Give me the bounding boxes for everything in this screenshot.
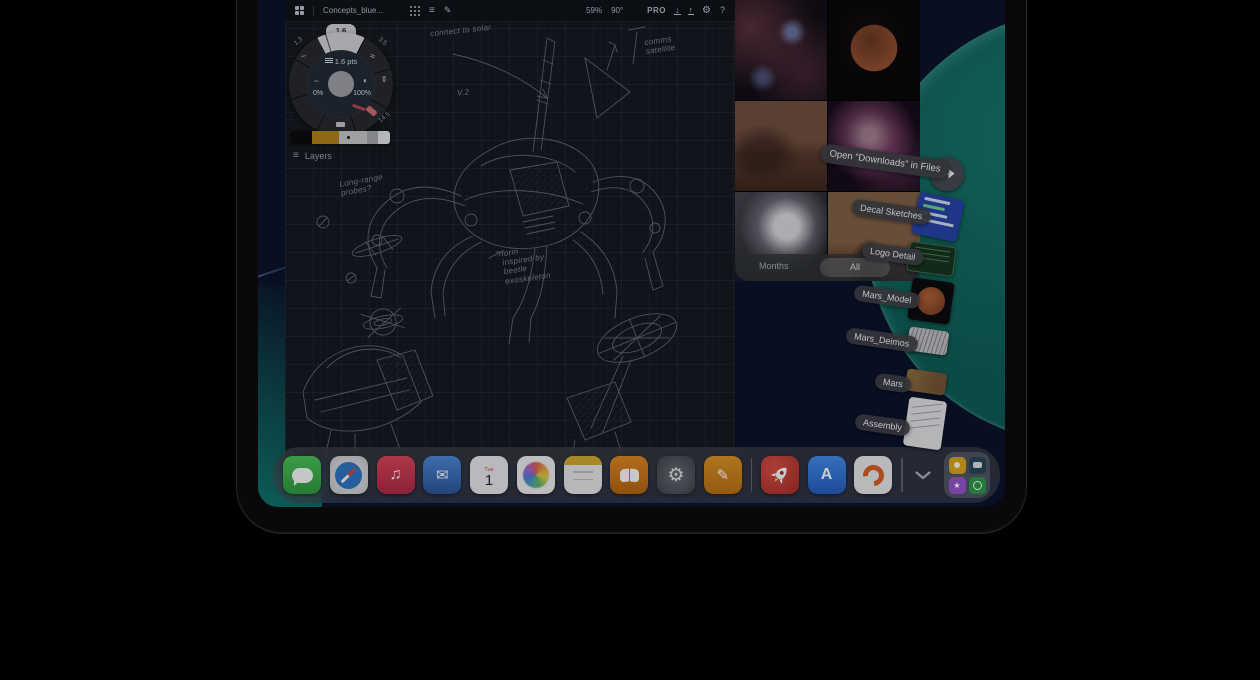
- photos-grid: [735, 0, 920, 281]
- canvas-rotation[interactable]: 90°: [611, 6, 623, 15]
- dock-divider-2: [901, 458, 903, 492]
- photos-app-window: Months All: [735, 0, 920, 281]
- compass-icon: [335, 462, 362, 489]
- photo-mars-globe[interactable]: [828, 0, 920, 100]
- eraser-icon[interactable]: [336, 122, 345, 127]
- view-option-all-selected[interactable]: All: [820, 258, 890, 277]
- rocket-icon: [764, 460, 795, 491]
- toolbar-divider: [313, 6, 314, 16]
- brush-size-right: 3.5: [377, 36, 388, 47]
- view-option-months[interactable]: Months: [759, 261, 789, 271]
- swatch-silver-selected[interactable]: [339, 131, 367, 144]
- gallery-grid-icon[interactable]: [295, 6, 304, 15]
- drag-label-assembly[interactable]: Assembly: [854, 413, 911, 437]
- dock-collapse-button[interactable]: [911, 456, 935, 494]
- swatch-white[interactable]: [378, 131, 390, 144]
- export-icon[interactable]: ↑: [689, 6, 694, 15]
- chevron-down-icon: [915, 471, 931, 480]
- open-book-icon: [620, 469, 639, 482]
- app-library-tile[interactable]: ★: [944, 452, 990, 498]
- app-icon-mail[interactable]: ✉: [423, 456, 461, 494]
- layers-menu-icon[interactable]: ≡: [293, 150, 299, 161]
- calendar-day: 1: [485, 473, 493, 488]
- annotation-beetle: form inspired by beetle exoskeleton: [501, 243, 552, 286]
- opacity-icon[interactable]: ◐: [363, 76, 368, 85]
- swatch-black[interactable]: [290, 131, 312, 144]
- drag-thumbnail-mars[interactable]: [905, 368, 948, 395]
- layers-panel-header[interactable]: ≡ Layers: [293, 150, 332, 161]
- app-icon-photos[interactable]: [517, 456, 555, 494]
- app-icon-rocket[interactable]: [761, 456, 799, 494]
- annotation-version: V.2: [457, 87, 470, 97]
- drag-thumbnail-assembly[interactable]: [903, 397, 947, 451]
- dock-divider: [751, 458, 753, 492]
- active-color-swatch[interactable]: [328, 71, 354, 97]
- help-icon[interactable]: ?: [720, 6, 725, 15]
- zoom-level[interactable]: 59%: [586, 6, 602, 15]
- photo-mars-surface[interactable]: [735, 101, 827, 191]
- concepts-toolbar: Concepts_blue... ≡ ✎ 59% 90° PRO ↓ ↑ ⚙ ?: [285, 0, 735, 22]
- import-icon[interactable]: ↓: [675, 6, 680, 15]
- photo-horsehead-nebula[interactable]: [735, 0, 827, 100]
- swatch-gray[interactable]: [367, 131, 378, 144]
- app-icon-messages[interactable]: [283, 456, 321, 494]
- mini-star-icon: ★: [949, 477, 966, 494]
- swatch-gold[interactable]: [312, 131, 339, 144]
- app-icon-concepts[interactable]: [854, 456, 892, 494]
- adjust-lines-icon[interactable]: ≡: [429, 6, 435, 16]
- app-icon-app-store[interactable]: A: [808, 456, 846, 494]
- app-icon-calendar[interactable]: Tue 1: [470, 456, 508, 494]
- app-icon-music[interactable]: ♫: [377, 456, 415, 494]
- document-title[interactable]: Concepts_blue...: [323, 6, 383, 15]
- app-icon-notes[interactable]: [564, 456, 602, 494]
- app-icon-settings[interactable]: ⚙: [657, 456, 695, 494]
- concepts-c-swirl-icon: [858, 460, 888, 490]
- app-icon-safari[interactable]: [330, 456, 368, 494]
- precision-grid-icon[interactable]: [409, 5, 420, 16]
- chat-bubble-icon: [292, 468, 313, 483]
- smoothing-value: 0%: [313, 90, 323, 97]
- settings-gear-icon[interactable]: ⚙: [702, 6, 711, 16]
- concepts-app-window: Concepts_blue... ≡ ✎ 59% 90° PRO ↓ ↑ ⚙ ?: [285, 0, 735, 472]
- tool-wheel[interactable]: 1.6 1.3 3.5 14.5 6.8 ~ ≈ ✎ 1.6 pts ~ ◐ 0…: [288, 22, 394, 144]
- flower-icon: [523, 462, 549, 488]
- layers-label: Layers: [305, 151, 332, 161]
- opacity-value: 100%: [353, 90, 371, 97]
- color-palette-bar[interactable]: [290, 131, 390, 144]
- pen-icon: ✎: [716, 466, 729, 484]
- appstore-a-glyph: A: [821, 466, 833, 484]
- mini-lightbulb-icon: [949, 457, 966, 474]
- app-icon-sketch-pen[interactable]: ✎: [704, 456, 742, 494]
- dock: ♫ ✉ Tue 1 ⚙ ✎ A: [273, 447, 1000, 503]
- tool-wheel-center-disc[interactable]: 1.6 pts ~ ◐ 0% 100%: [307, 50, 375, 118]
- app-icon-books[interactable]: [610, 456, 648, 494]
- pen-tool-icon[interactable]: ✎: [444, 6, 452, 15]
- ipad-screen: Concepts_blue... ≡ ✎ 59% 90° PRO ↓ ↑ ⚙ ?: [258, 0, 1005, 507]
- music-note-icon: ♫: [390, 466, 402, 484]
- pro-badge[interactable]: PRO: [647, 6, 666, 15]
- red-accent-arc: [352, 104, 366, 112]
- active-size-readout: 1.6 pts: [307, 57, 375, 66]
- mini-clock-icon: [969, 477, 986, 494]
- brush-size-left: 1.3: [293, 36, 304, 47]
- gear-icon: ⚙: [667, 464, 684, 487]
- mini-camera-icon: [969, 457, 986, 474]
- smoothing-icon[interactable]: ~: [314, 77, 319, 86]
- envelope-icon: ✉: [436, 466, 449, 484]
